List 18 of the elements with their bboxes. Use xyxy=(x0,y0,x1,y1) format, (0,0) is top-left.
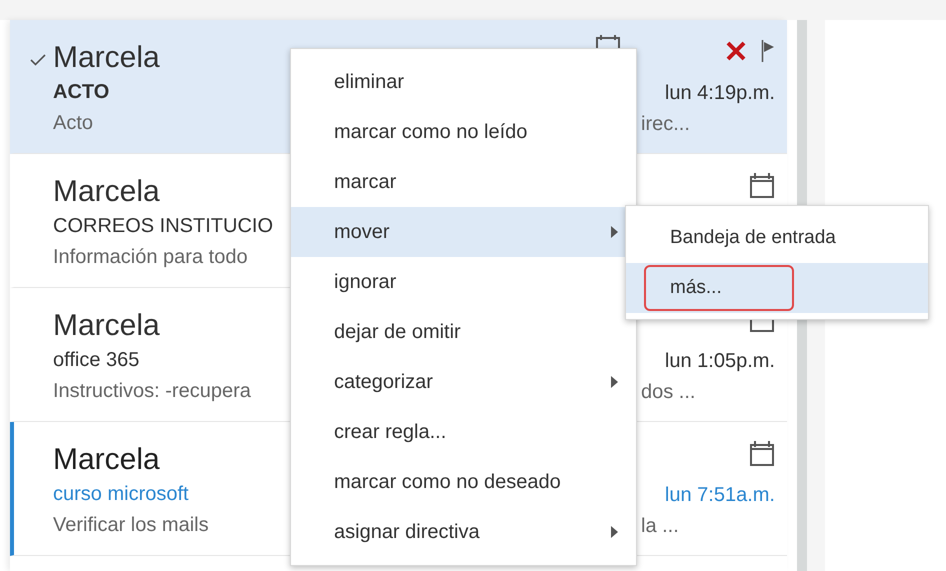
sender-name: Marcela xyxy=(53,41,160,75)
message-preview: Verificar los mails xyxy=(53,514,209,537)
message-preview: Acto xyxy=(53,112,94,135)
message-subject: ACTO xyxy=(53,81,110,104)
message-subject: CORREOS INSTITUCIO xyxy=(53,215,274,238)
message-subject: curso microsoft xyxy=(53,483,190,506)
message-preview: Instructivos: -recupera xyxy=(53,380,251,403)
message-preview: Información para todo xyxy=(53,246,249,269)
sender-name: Marcela xyxy=(53,175,160,209)
message-preview: la ... xyxy=(641,515,679,538)
message-time: lun 7:51a.m. xyxy=(664,484,775,507)
message-time: lun 1:05p.m. xyxy=(664,350,775,373)
message-time: lun 4:19p.m. xyxy=(664,82,775,105)
message-preview: dos ... xyxy=(641,381,696,404)
message-subject: office 365 xyxy=(53,349,140,372)
sender-name: Marcela xyxy=(53,309,160,343)
sender-name: Marcela xyxy=(53,443,160,477)
message-preview: irec... xyxy=(641,113,690,136)
